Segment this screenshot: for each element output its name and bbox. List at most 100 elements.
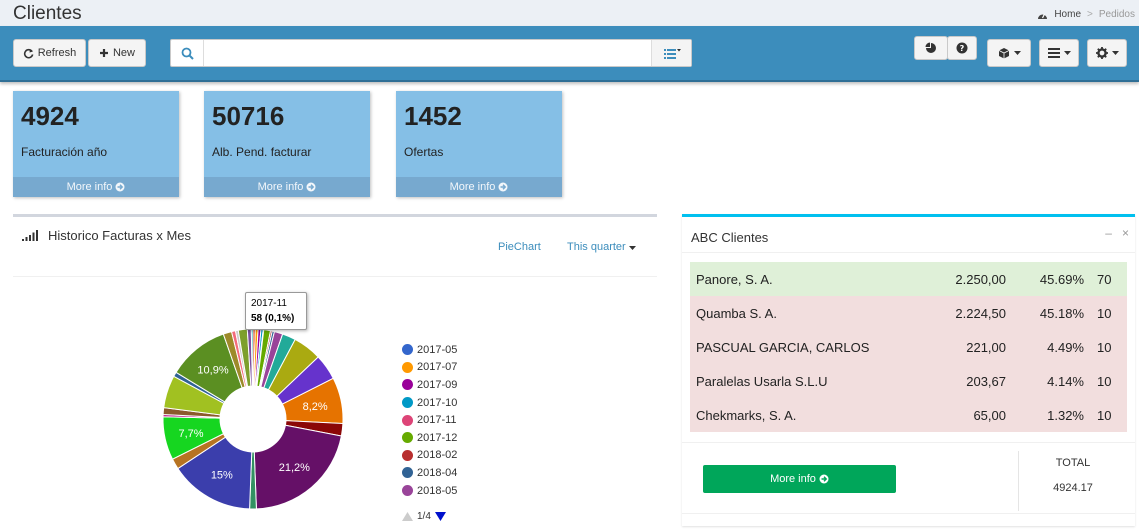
- next-page-icon[interactable]: [434, 512, 446, 521]
- legend-item[interactable]: 2018-05: [402, 482, 457, 500]
- legend-item[interactable]: 2018-04: [402, 464, 457, 482]
- slice-label: 7,7%: [178, 428, 203, 440]
- legend-label: 2018-05: [417, 484, 458, 497]
- prev-page-icon[interactable]: [402, 512, 413, 521]
- table-row[interactable]: PASCUAL GARCIA, CARLOS 221,00 4.49% 10: [690, 330, 1127, 364]
- refresh-button[interactable]: Refresh: [13, 39, 86, 67]
- client-percent: 1.32%: [1047, 407, 1084, 423]
- client-name: Paralelas Usarla S.L.U: [696, 373, 828, 389]
- minimize-icon[interactable]: –: [1105, 226, 1112, 240]
- legend-item[interactable]: 2017-10: [402, 394, 457, 412]
- pie-chart: 8,2% 21,2% 15% 7,7% 10,9%: [162, 328, 344, 510]
- client-percent: 45.69%: [1039, 271, 1084, 287]
- gear-icon: [1095, 47, 1108, 59]
- historico-panel: Historico Facturas x Mes PieChart This q…: [13, 214, 657, 526]
- divider: [682, 442, 1135, 443]
- client-count: 10: [1097, 407, 1112, 423]
- client-percent: 4.49%: [1047, 339, 1084, 355]
- client-amount: 2.250,00: [955, 271, 1006, 287]
- pager-label: 1/4: [417, 511, 431, 522]
- chart-button[interactable]: [914, 36, 948, 60]
- legend-label: 2017-07: [417, 361, 458, 374]
- modules-dropdown[interactable]: [987, 39, 1031, 67]
- stat-value: 1452: [404, 101, 462, 131]
- legend-swatch: [402, 467, 413, 479]
- divider: [682, 252, 1135, 253]
- list-view-toggle[interactable]: [651, 40, 691, 66]
- toolbar: Refresh New ?: [0, 26, 1139, 82]
- client-name: Panore, S. A.: [696, 271, 773, 287]
- breadcrumb-separator: >: [1087, 9, 1093, 20]
- more-info-link[interactable]: More info: [204, 177, 370, 197]
- tooltip-label: 2017-11: [251, 298, 287, 309]
- more-info-label: More info: [66, 181, 113, 193]
- table-row[interactable]: Quamba S. A. 2.224,50 45.18% 10: [690, 296, 1127, 330]
- menu-dropdown[interactable]: [1039, 39, 1079, 67]
- client-amount: 221,00: [966, 339, 1006, 355]
- chart-tooltip: 2017-11 58 (0,1%): [245, 292, 307, 330]
- breadcrumb-current: Pedidos: [1098, 9, 1135, 20]
- legend-item[interactable]: 2017-07: [402, 359, 457, 377]
- slice-label: 10,9%: [197, 365, 228, 377]
- legend-label: 2017-12: [417, 431, 458, 444]
- legend-label: 2018-04: [417, 466, 458, 479]
- more-info-button[interactable]: More info: [703, 465, 896, 493]
- legend-pager: 1/4: [402, 511, 446, 522]
- client-name: Quamba S. A.: [696, 305, 777, 321]
- period-dropdown[interactable]: This quarter: [567, 241, 636, 253]
- table-row[interactable]: Paralelas Usarla S.L.U 203,67 4.14% 10: [690, 364, 1127, 398]
- piechart-link[interactable]: PieChart: [498, 241, 541, 253]
- settings-dropdown[interactable]: [1087, 39, 1127, 67]
- legend-item[interactable]: 2018-02: [402, 447, 457, 465]
- stat-value: 4924: [21, 101, 79, 131]
- legend-label: 2017-10: [417, 396, 458, 409]
- slice-label: 8,2%: [303, 401, 328, 413]
- search-box: [170, 39, 692, 67]
- signal-bars-icon: [22, 230, 38, 241]
- legend-item[interactable]: 2017-12: [402, 429, 457, 447]
- search-icon: [181, 47, 194, 60]
- title-bar: Clientes Home > Pedidos: [0, 0, 1139, 26]
- legend-item[interactable]: 2017-09: [402, 376, 457, 394]
- caret-down-icon: [1063, 51, 1071, 55]
- new-button[interactable]: New: [88, 39, 146, 67]
- legend-item[interactable]: 2017-11: [402, 411, 457, 429]
- help-button[interactable]: ?: [947, 36, 977, 60]
- new-label: New: [112, 47, 135, 59]
- breadcrumb-home[interactable]: Home: [1054, 9, 1081, 20]
- arrow-circle-right-icon: [306, 182, 316, 192]
- legend-item[interactable]: 2017-05: [402, 341, 457, 359]
- more-info-link[interactable]: More info: [396, 177, 562, 197]
- legend-label: 2017-11: [417, 414, 457, 427]
- table-row[interactable]: Panore, S. A. 2.250,00 45.69% 70: [690, 262, 1127, 296]
- legend-swatch: [402, 379, 413, 391]
- abc-clientes-panel: ABC Clientes – × Panore, S. A. 2.250,00 45…: [682, 214, 1135, 526]
- panel-title: Historico Facturas x Mes: [48, 228, 192, 243]
- stat-label: Facturación año: [21, 145, 108, 159]
- stat-value: 50716: [212, 101, 285, 131]
- panel-title: ABC Clientes: [691, 230, 769, 245]
- page-title: Clientes: [13, 3, 82, 24]
- abc-table: Panore, S. A. 2.250,00 45.69% 70 Quamba S. A…: [690, 262, 1127, 432]
- list-icon: [663, 49, 681, 59]
- cube-icon: [998, 48, 1009, 59]
- menu-icon: [1047, 48, 1060, 58]
- legend-swatch: [402, 361, 413, 373]
- svg-text:?: ?: [960, 44, 965, 53]
- client-name: Chekmarks, S. A.: [696, 407, 797, 423]
- search-input[interactable]: [205, 40, 651, 66]
- legend-swatch: [402, 344, 413, 356]
- panel-tools: – ×: [1105, 226, 1129, 240]
- more-info-link[interactable]: More info: [13, 177, 179, 197]
- legend-label: 2018-02: [417, 449, 458, 462]
- legend-label: 2017-05: [417, 343, 458, 356]
- legend-swatch: [402, 414, 413, 426]
- search-button[interactable]: [171, 40, 204, 66]
- stat-card-facturacion: 4924 Facturación año More info: [13, 91, 179, 197]
- client-amount: 203,67: [966, 373, 1006, 389]
- client-percent: 45.18%: [1039, 305, 1084, 321]
- close-icon[interactable]: ×: [1122, 226, 1129, 240]
- client-count: 70: [1097, 271, 1112, 287]
- legend-swatch: [402, 397, 413, 409]
- table-row[interactable]: Chekmarks, S. A. 65,00 1.32% 10: [690, 398, 1127, 432]
